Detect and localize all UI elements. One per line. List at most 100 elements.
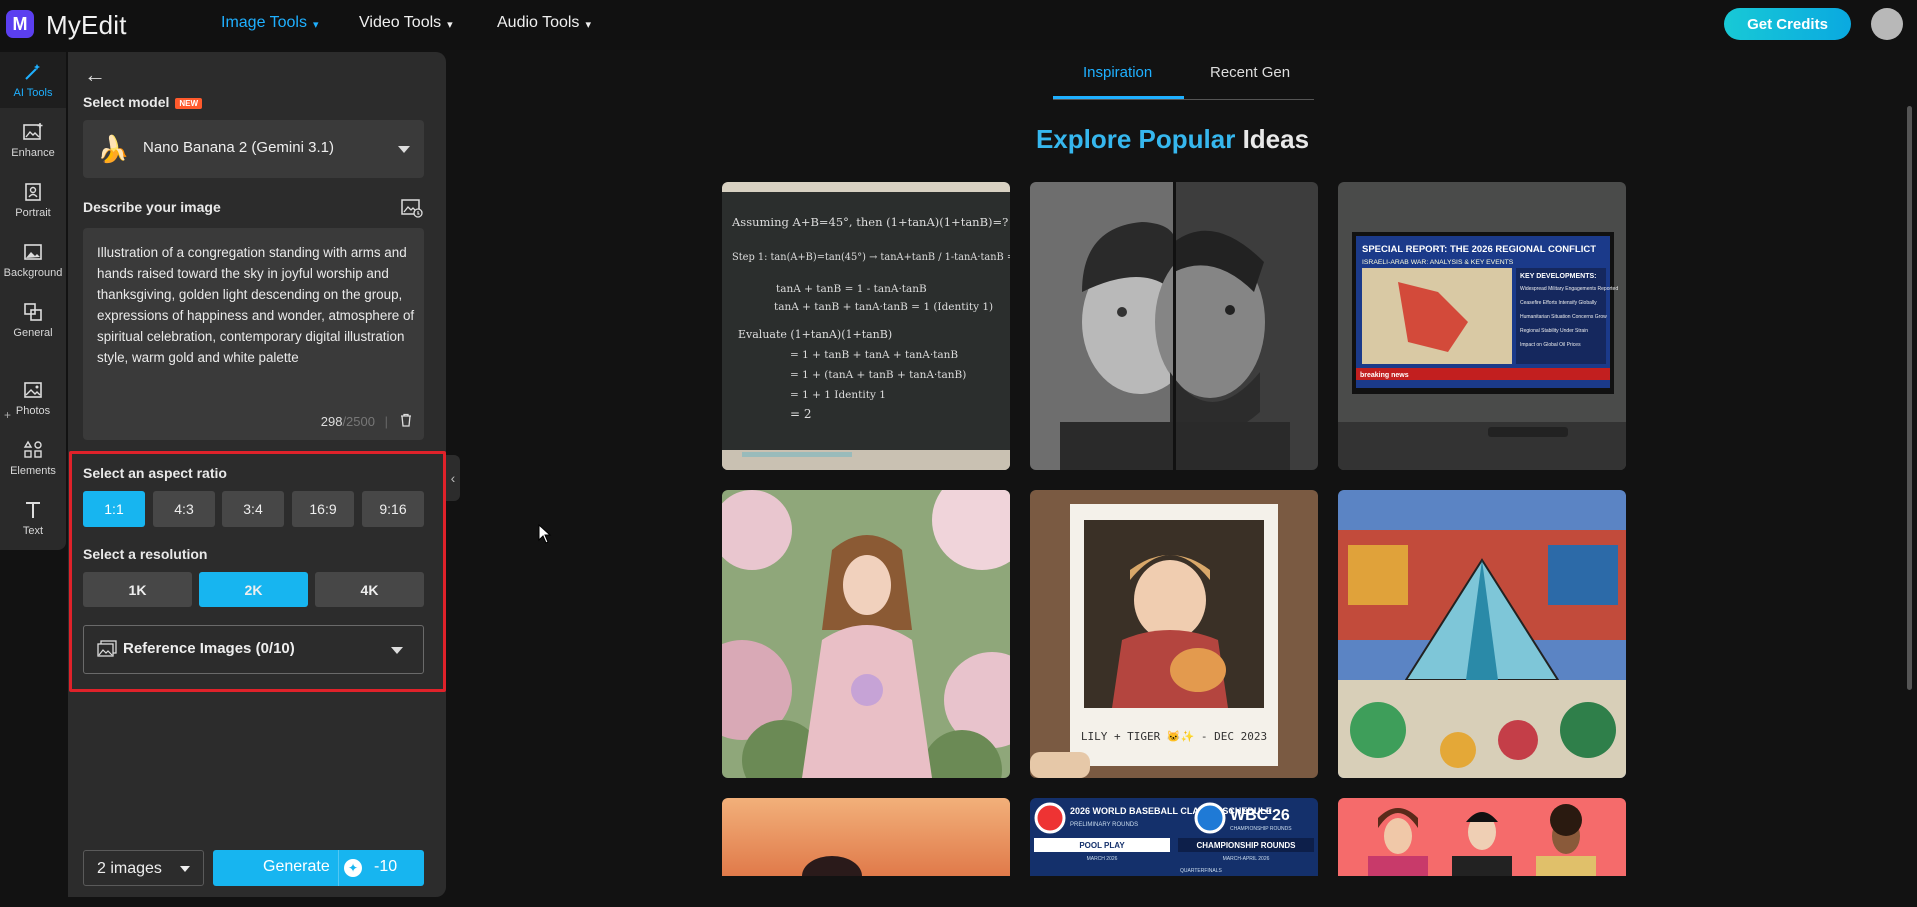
image-count-value: 2 images — [97, 860, 162, 877]
gallery-item-sunset[interactable] — [722, 798, 1010, 876]
aspect-3-4-button[interactable]: 3:4 — [222, 491, 284, 527]
image-prompt-icon[interactable] — [401, 198, 423, 218]
generate-label: Generate — [263, 858, 330, 875]
rail-label: Photos — [15, 405, 51, 417]
wbc-pool-date: MARCH 2026 — [1087, 856, 1118, 862]
generate-button[interactable]: Generate ✦ -10 — [213, 850, 424, 886]
chalk-line: = 1 + (tanA + tanB + tanA·tanB) — [790, 369, 966, 381]
collapse-panel-button[interactable]: ‹ — [446, 455, 460, 501]
chalk-line: = 2 — [790, 407, 812, 421]
brand-name[interactable]: MyEdit — [46, 10, 127, 41]
rail-item-portrait[interactable]: Portrait — [0, 172, 66, 228]
gallery-item-split-portrait[interactable] — [1030, 182, 1318, 470]
caret-down-icon — [391, 647, 403, 654]
rail-label: Portrait — [15, 207, 51, 219]
logo-letter: M — [12, 13, 28, 34]
new-badge: NEW — [175, 97, 203, 109]
tab-recent-gen[interactable]: Recent Gen — [1210, 64, 1290, 81]
chevron-down-icon: ▾ — [312, 18, 319, 31]
elements-icon — [22, 439, 44, 461]
polaroid-caption: LILY + TIGER 🐱✨ - DEC 2023 — [1081, 730, 1267, 743]
chevron-down-icon: ▾ — [447, 18, 453, 31]
banana-icon: 🍌 — [97, 134, 130, 164]
gallery-item-three-people[interactable] — [1338, 798, 1626, 876]
news-bullet: Impact on Global Oil Prices — [1520, 342, 1581, 348]
rail-label: Elements — [10, 465, 56, 477]
aspect-1-1-button[interactable]: 1:1 — [83, 491, 145, 527]
wbc-pool-play: POOL PLAY — [1079, 841, 1125, 850]
gallery-item-polaroid[interactable]: LILY + TIGER 🐱✨ - DEC 2023 — [1030, 490, 1318, 778]
portrait-icon — [22, 181, 44, 203]
top-bar: M MyEdit Image Tools ▾ Video Tools ▾ Aud… — [0, 0, 1917, 50]
rail-label: Text — [22, 525, 44, 537]
explore-heading-part2: Ideas — [1242, 124, 1310, 154]
aspect-9-16-button[interactable]: 9:16 — [362, 491, 424, 527]
resolution-label: Select a resolution — [83, 546, 208, 562]
resolution-2k-button[interactable]: 2K — [199, 572, 308, 607]
prompt-text[interactable]: Illustration of a congregation standing … — [97, 242, 415, 368]
model-dropdown[interactable]: 🍌 Nano Banana 2 (Gemini 3.1) — [83, 120, 424, 178]
select-model-label: Select model — [83, 94, 170, 110]
get-credits-button[interactable]: Get Credits — [1724, 8, 1851, 40]
tab-inspiration[interactable]: Inspiration — [1083, 64, 1152, 81]
news-bullet: Ceasefire Efforts Intensify Globally — [1520, 300, 1597, 306]
caret-down-icon — [398, 146, 410, 153]
reference-images-dropdown[interactable]: Reference Images (0/10) — [83, 625, 424, 674]
rail-item-ai-tools[interactable]: AI Tools — [0, 52, 66, 108]
aspect-ratio-label: Select an aspect ratio — [83, 465, 227, 481]
chalk-line: = 1 + tanB + tanA + tanA·tanB — [790, 349, 958, 361]
myedit-logo-icon[interactable]: M — [6, 10, 34, 38]
rail-item-background[interactable]: Background — [0, 232, 66, 288]
chalk-line: Step 1: tan(A+B)=tan(45°) → tanA+tanB / … — [732, 252, 1010, 263]
avatar[interactable] — [1871, 8, 1903, 40]
nav-video-tools-label: Video Tools — [359, 14, 442, 31]
news-bullet: Widespread Military Engagements Reported — [1520, 286, 1618, 292]
trash-icon[interactable] — [399, 413, 413, 427]
nav-image-tools-label: Image Tools — [221, 14, 307, 31]
chevron-down-icon: ▾ — [585, 18, 591, 31]
aspect-4-3-button[interactable]: 4:3 — [153, 491, 215, 527]
nav-image-tools[interactable]: Image Tools ▾ — [221, 14, 319, 32]
image-count-select[interactable]: 2 images — [83, 850, 204, 886]
rail-item-enhance[interactable]: Enhance — [0, 112, 66, 168]
enhance-icon — [22, 121, 44, 143]
photos-icon — [22, 379, 44, 401]
wbc-championship: CHAMPIONSHIP ROUNDS — [1197, 841, 1297, 850]
text-icon — [22, 499, 44, 521]
wbc-champ-date: MARCH-APRIL 2026 — [1223, 856, 1270, 862]
rail-item-photos[interactable]: Photos — [0, 370, 66, 426]
nav-audio-tools-label: Audio Tools — [497, 14, 580, 31]
images-icon — [97, 640, 117, 658]
rail-item-general[interactable]: General — [0, 292, 66, 348]
wbc-foot: QUARTERFINALS — [1180, 868, 1223, 874]
general-icon — [22, 301, 44, 323]
resolution-4k-button[interactable]: 4K — [315, 572, 424, 607]
gallery-item-cubist-louvre[interactable] — [1338, 490, 1626, 778]
select-model-heading: Select model NEW — [83, 94, 203, 110]
wbc-logo-text: WBC'26 — [1230, 807, 1290, 824]
news-bullet: Humanitarian Situation Concerns Grow — [1520, 314, 1607, 320]
caret-down-icon — [180, 866, 190, 872]
gallery-item-garden-woman[interactable] — [722, 490, 1010, 778]
describe-label: Describe your image — [83, 199, 221, 215]
back-arrow-icon[interactable]: ← — [84, 62, 106, 88]
resolution-1k-button[interactable]: 1K — [83, 572, 192, 607]
gallery-item-wbc-schedule[interactable]: 2026 WORLD BASEBALL CLASSIC SCHEDULE PRE… — [1030, 798, 1318, 876]
news-subhead: ISRAELI-ARAB WAR: ANALYSIS & KEY EVENTS — [1362, 259, 1514, 266]
news-key-title: KEY DEVELOPMENTS: — [1520, 273, 1597, 280]
gallery-item-math-chalkboard[interactable]: Assuming A+B=45°, then (1+tanA)(1+tanB)=… — [722, 182, 1010, 470]
gallery-item-news-tv[interactable]: SPECIAL REPORT: THE 2026 REGIONAL CONFLI… — [1338, 182, 1626, 470]
nav-audio-tools[interactable]: Audio Tools ▾ — [497, 14, 591, 32]
rail-item-text[interactable]: Text — [0, 490, 66, 546]
rail-item-elements[interactable]: Elements — [0, 430, 66, 486]
nav-video-tools[interactable]: Video Tools ▾ — [359, 14, 453, 32]
prompt-textarea[interactable]: Illustration of a congregation standing … — [83, 228, 424, 440]
tab-underline — [1053, 96, 1184, 99]
rail-label: General — [13, 327, 53, 339]
news-ticker: breaking news — [1360, 372, 1409, 379]
aspect-16-9-button[interactable]: 16:9 — [292, 491, 354, 527]
magic-wand-icon — [22, 61, 44, 83]
chalk-line: = 1 + 1 Identity 1 — [790, 389, 886, 401]
main-scrollbar[interactable] — [1907, 106, 1912, 690]
generate-divider — [338, 850, 339, 886]
